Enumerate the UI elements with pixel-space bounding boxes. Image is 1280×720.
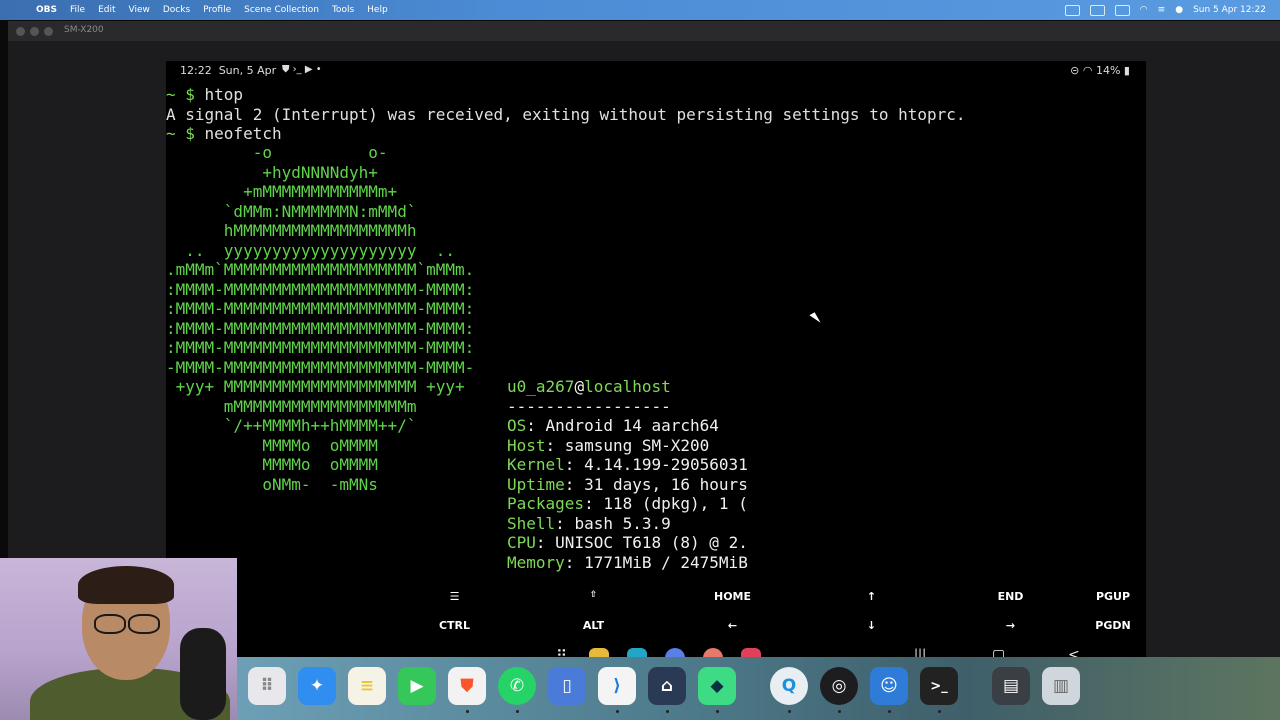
running-indicator <box>888 710 891 713</box>
left-arrow-key[interactable]: ← <box>663 619 802 632</box>
ctrl-key[interactable]: CTRL <box>385 619 524 632</box>
down-arrow-key[interactable]: ↓ <box>802 619 941 632</box>
drawer-key[interactable]: ☰ <box>385 590 524 603</box>
menu-help[interactable]: Help <box>367 5 388 15</box>
info-row: Shell: bash 5.3.9 <box>507 513 671 533</box>
mouse-cursor-icon <box>809 312 821 326</box>
safari-icon[interactable]: ✦ <box>298 667 336 705</box>
instruments-icon[interactable]: ⌂ <box>648 667 686 705</box>
quicktime-icon[interactable]: Q <box>770 667 808 705</box>
info-separator: ----------------- <box>507 396 671 416</box>
running-indicator <box>666 710 669 713</box>
up-arrow-key[interactable]: ↑ <box>802 590 941 603</box>
launchpad-icon[interactable]: ⠿ <box>248 667 286 705</box>
status-time: 12:22 <box>180 64 212 77</box>
android-status-bar: 12:22 Sun, 5 Apr ⛊ ›_ ▶ • ⊝ ◠ 14% ▮ <box>166 61 1146 83</box>
right-arrow-key[interactable]: → <box>941 619 1080 632</box>
running-indicator <box>716 710 719 713</box>
screen-mirror-icon[interactable] <box>1089 4 1105 16</box>
menu-docks[interactable]: Docks <box>163 5 190 15</box>
info-row: Kernel: 4.14.199-29056031 <box>507 455 748 474</box>
android-ascii-logo: -o o- +hydNNNNdyh+ +mMMMMMMMMMMMMm+ `dMM… <box>166 143 475 494</box>
obs-icon[interactable]: ◎ <box>820 667 858 705</box>
running-indicator <box>838 710 841 713</box>
status-date: Sun, 5 Apr <box>218 64 277 77</box>
glasses-icon <box>94 614 160 634</box>
downloads-icon[interactable]: ▤ <box>992 667 1030 705</box>
status-battery: 14% <box>1095 64 1121 77</box>
running-indicator <box>466 710 469 713</box>
terminal-line: ~ $ htop <box>166 85 243 104</box>
end-key[interactable]: END <box>941 590 1080 603</box>
extra-keys-bar: ☰ ⇧ HOME ↑ END PGUP CTRL ALT ← ↓ → PGDN <box>246 579 1146 639</box>
running-indicator <box>788 710 791 713</box>
pgdn-key[interactable]: PGDN <box>1080 619 1146 632</box>
menubar: OBS File Edit View Docks Profile Scene C… <box>0 0 1280 20</box>
siri-icon[interactable]: ● <box>1175 5 1183 15</box>
prompt: ~ $ <box>166 124 205 143</box>
microphone-icon <box>180 628 226 720</box>
running-indicator <box>516 710 519 713</box>
menu-edit[interactable]: Edit <box>98 5 115 15</box>
pgup-key[interactable]: PGUP <box>1080 590 1146 603</box>
terminal-line: ~ $ neofetch <box>166 124 282 143</box>
running-indicator <box>616 710 619 713</box>
alt-key[interactable]: ALT <box>524 619 663 632</box>
trash-icon[interactable]: ▥ <box>1042 667 1080 705</box>
macos-dock: ⠿ ✦ ≡ ▶ ⛊ ✆ ▯ ⟩ ⌂ ◆ Q ◎ ☺ >_ ▤ ▥ <box>237 657 1280 720</box>
terminal-line: A signal 2 (Interrupt) was received, exi… <box>166 104 966 124</box>
info-row: OS: Android 14 aarch64 <box>507 416 719 435</box>
info-row: Memory: 1771MiB / 2475MiB <box>507 552 748 572</box>
close-button[interactable] <box>16 27 25 36</box>
window-title: SM-X200 <box>64 25 104 35</box>
info-row: CPU: UNISOC T618 (8) @ 2. <box>507 533 748 552</box>
menu-profile[interactable]: Profile <box>203 5 231 15</box>
webcam-overlay <box>0 558 237 720</box>
facetime-icon[interactable]: ▶ <box>398 667 436 705</box>
running-indicator <box>938 710 941 713</box>
shift-key[interactable]: ⇧ <box>524 590 663 600</box>
menu-file[interactable]: File <box>70 5 85 15</box>
menu-scene-collection[interactable]: Scene Collection <box>244 5 319 15</box>
home-key[interactable]: HOME <box>663 590 802 603</box>
prompt: ~ $ <box>166 85 205 104</box>
terminal-output: ~ $ htop A signal 2 (Interrupt) was rece… <box>166 85 966 144</box>
preview-icon[interactable]: ▯ <box>548 667 586 705</box>
stage-manager-icon[interactable] <box>1064 4 1080 16</box>
device-screen[interactable]: 12:22 Sun, 5 Apr ⛊ ›_ ▶ • ⊝ ◠ 14% ▮ ~ $ … <box>166 61 1146 677</box>
menubar-datetime[interactable]: Sun 5 Apr 12:22 <box>1193 5 1266 15</box>
hostname: localhost <box>584 377 671 396</box>
finder-icon[interactable]: ☺ <box>870 667 908 705</box>
username: u0_a267 <box>507 377 575 396</box>
command: neofetch <box>204 124 282 143</box>
info-row: Host: samsung SM-X200 <box>507 435 710 455</box>
vscode-icon[interactable]: ⟩ <box>598 667 636 705</box>
menu-app-name[interactable]: OBS <box>36 5 57 15</box>
person-hair <box>78 566 174 604</box>
info-row: Uptime: 31 days, 16 hours <box>507 474 748 494</box>
command: htop <box>204 85 244 104</box>
window-titlebar[interactable]: SM-X200 <box>8 21 1280 41</box>
info-row: Packages: 118 (dpkg), 1 ( <box>507 494 748 513</box>
at-sign: @ <box>574 377 585 396</box>
control-center-icon[interactable]: ≡ <box>1158 5 1166 15</box>
notes-icon[interactable]: ≡ <box>348 667 386 705</box>
wifi-icon[interactable]: ◠ <box>1140 5 1148 15</box>
battery-level-icon: ▮ <box>1120 64 1130 77</box>
battery-icon[interactable] <box>1114 4 1130 16</box>
menu-view[interactable]: View <box>129 5 150 15</box>
brave-icon[interactable]: ⛊ <box>448 667 486 705</box>
android-studio-icon[interactable]: ◆ <box>698 667 736 705</box>
signal-icon: ⊝ ◠ <box>1070 64 1096 77</box>
status-notification-icons: ⛊ ›_ ▶ • <box>282 64 322 75</box>
minimize-button[interactable] <box>30 27 39 36</box>
menu-tools[interactable]: Tools <box>332 5 354 15</box>
zoom-button[interactable] <box>44 27 53 36</box>
whatsapp-icon[interactable]: ✆ <box>498 667 536 705</box>
system-info: u0_a267@localhost ----------------- OS: … <box>507 377 748 572</box>
terminal-icon[interactable]: >_ <box>920 667 958 705</box>
